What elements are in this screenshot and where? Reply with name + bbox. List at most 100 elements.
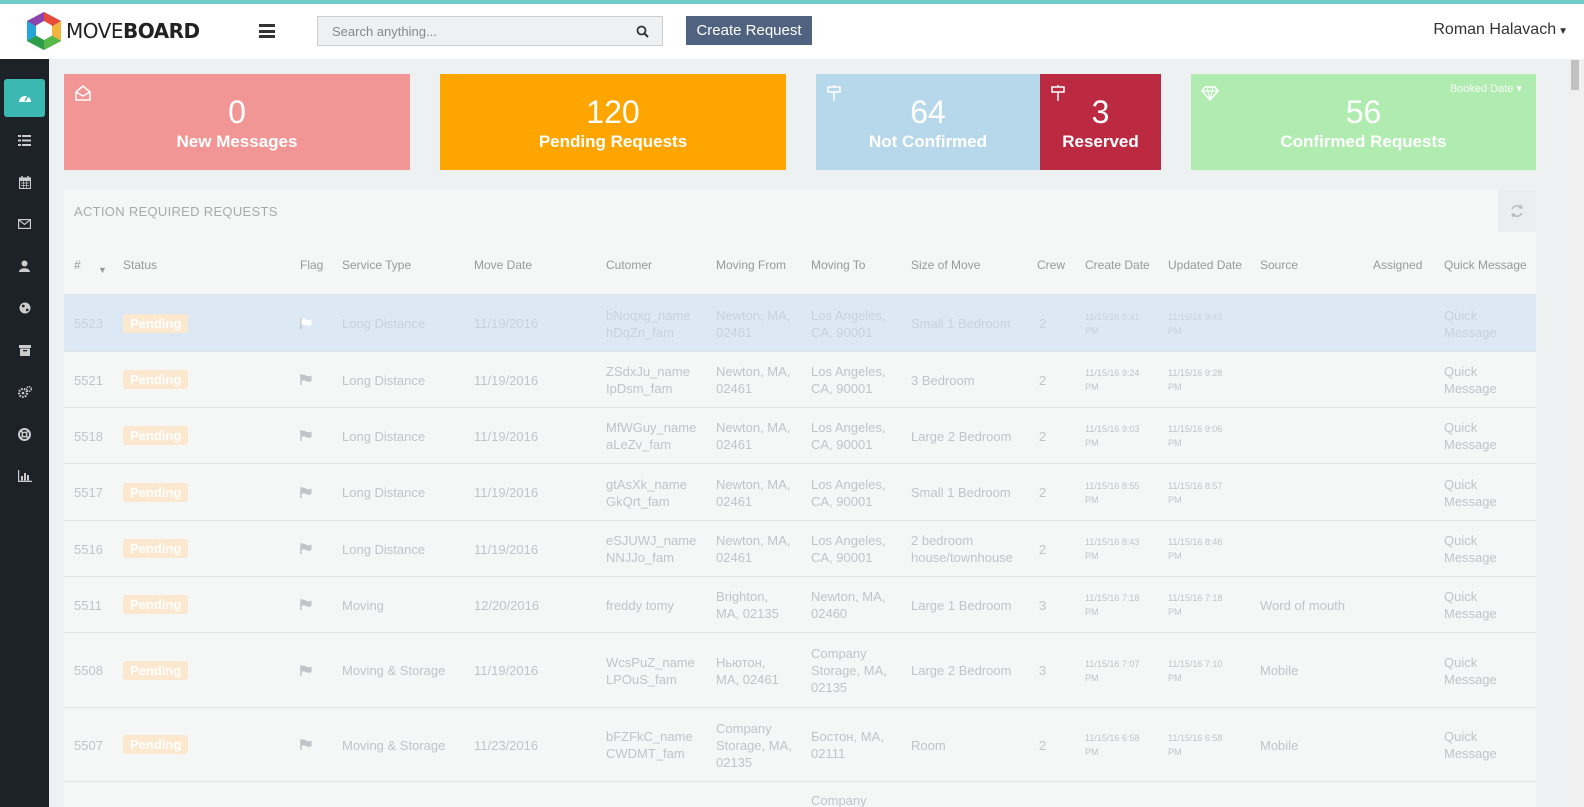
flag-icon[interactable] bbox=[300, 739, 312, 750]
move-size: Small 1 Bedroom bbox=[911, 484, 1011, 501]
quick-message-link-line: Message bbox=[1444, 606, 1497, 621]
page-scrollbar[interactable] bbox=[1567, 59, 1584, 807]
crew-count: 3 bbox=[1039, 597, 1046, 614]
pending-requests-card[interactable]: 120 Pending Requests bbox=[440, 74, 786, 170]
moving-from-line: Newton, MA, bbox=[716, 476, 791, 492]
column-header-flag[interactable]: Flag bbox=[300, 258, 323, 272]
quick-message-link[interactable]: Quick Message bbox=[1444, 532, 1497, 566]
move-size: Small 1 Bedroom bbox=[911, 315, 1011, 332]
new-messages-card[interactable]: 0 New Messages bbox=[64, 74, 410, 170]
user-menu[interactable]: Roman Halavach ▼ bbox=[1433, 21, 1568, 39]
move-date-line: 12/20/2016 bbox=[474, 597, 540, 613]
create-date-line: 11/15/16 6:58 bbox=[1085, 733, 1140, 743]
column-header-id[interactable]: # ▼ bbox=[74, 258, 107, 275]
service-type: Moving & Storage bbox=[342, 662, 445, 679]
sidebar-item-reports[interactable] bbox=[4, 457, 45, 495]
moving-to-line: Company bbox=[811, 793, 867, 807]
updated-date-line: PM bbox=[1168, 438, 1182, 448]
crew-count: 2 bbox=[1039, 372, 1046, 389]
quick-message-link[interactable]: Quick Message bbox=[1444, 363, 1497, 397]
column-header-create-date[interactable]: Create Date bbox=[1085, 258, 1150, 272]
column-header-customer[interactable]: Cutomer bbox=[606, 258, 652, 272]
quick-message-link[interactable]: Quick Message bbox=[1444, 307, 1497, 341]
updated-date-line: 11/15/16 8:46 bbox=[1168, 537, 1223, 547]
pending-requests-label: Pending Requests bbox=[538, 132, 688, 151]
sidebar-item-calendar[interactable] bbox=[4, 163, 45, 201]
customer-name-line: IpDsm_fam bbox=[606, 381, 673, 396]
moving-to: Los Angeles, CA, 90001 bbox=[811, 307, 885, 341]
search-icon[interactable] bbox=[622, 17, 662, 45]
column-header-moving-to[interactable]: Moving To bbox=[811, 258, 865, 272]
flag-icon[interactable] bbox=[300, 374, 312, 385]
column-header-quick-message[interactable]: Quick Message bbox=[1444, 258, 1527, 272]
sidebar-item-support[interactable] bbox=[4, 415, 45, 453]
move-date-line: 11/23/2016 bbox=[474, 737, 539, 753]
service-type: Moving & Storage bbox=[342, 737, 445, 754]
moveboard-logo[interactable]: MOVEBOARD bbox=[24, 10, 200, 52]
quick-message-link[interactable]: Quick Message bbox=[1444, 728, 1497, 762]
service-type: Long Distance bbox=[342, 541, 425, 558]
flag-icon[interactable] bbox=[300, 430, 312, 441]
flag-icon[interactable] bbox=[300, 486, 312, 498]
sidebar-item-dashboard[interactable] bbox=[4, 79, 45, 117]
table-row[interactable]: 5511 Pending Moving 12/20/2016 freddy tomy Br… bbox=[64, 576, 1536, 632]
menu-toggle-icon[interactable] bbox=[259, 24, 275, 38]
moving-to: Newton, MA, 02460 bbox=[811, 588, 885, 622]
sidebar-item-list[interactable] bbox=[4, 121, 45, 159]
column-header-crew[interactable]: Crew bbox=[1037, 258, 1065, 272]
flag-icon[interactable] bbox=[300, 317, 312, 329]
table-row[interactable]: 5516 Pending Long Distance 11/19/2016 eSJUWJ… bbox=[64, 520, 1536, 576]
table-row[interactable]: 5521 Pending Long Distance 11/19/2016 ZSdxJu… bbox=[64, 351, 1536, 407]
sidebar-item-messages[interactable] bbox=[4, 205, 45, 243]
moving-to-line: Los Angeles, bbox=[811, 364, 886, 379]
column-header-moving-from[interactable]: Moving From bbox=[716, 258, 786, 272]
flag-icon[interactable] bbox=[300, 599, 312, 610]
flag-icon[interactable] bbox=[300, 543, 312, 554]
quick-message-link[interactable]: Quick Message bbox=[1444, 654, 1497, 688]
column-header-assigned[interactable]: Assigned bbox=[1373, 258, 1422, 272]
status-badge: Pending bbox=[123, 426, 189, 445]
booked-date-dropdown[interactable]: Booked Date ▾ bbox=[1450, 82, 1522, 95]
sidebar-item-settings[interactable] bbox=[4, 373, 45, 411]
table-row[interactable]: 5518 Pending Long Distance 11/19/2016 MfWGuy… bbox=[64, 407, 1536, 463]
customer-name: bFZFkC_name CWDMT_fam bbox=[606, 728, 693, 762]
move-date: 11/19/2016 bbox=[474, 372, 538, 389]
moving-to-line: Company bbox=[811, 646, 867, 661]
confirmed-requests-count: 56 bbox=[1345, 94, 1382, 130]
confirmed-requests-card[interactable]: Booked Date ▾ 56 Confirmed Requests bbox=[1191, 74, 1536, 170]
table-row[interactable]: Company bbox=[64, 781, 1536, 807]
table-row[interactable]: 5508 Pending Moving & Storage 11/19/2016 Wcs… bbox=[64, 632, 1536, 707]
sidebar-item-archive[interactable] bbox=[4, 331, 45, 369]
search-input[interactable] bbox=[318, 17, 622, 45]
column-header-size-of-move[interactable]: Size of Move bbox=[911, 258, 980, 272]
service-type-line: Moving & Storage bbox=[342, 663, 446, 678]
updated-date-line: 11/15/16 6:58 bbox=[1168, 733, 1223, 743]
request-id-line: 5508 bbox=[74, 663, 103, 678]
column-header-status[interactable]: Status bbox=[123, 258, 157, 272]
sidebar-item-globe[interactable] bbox=[4, 289, 45, 327]
updated-date-line: PM bbox=[1168, 747, 1182, 757]
not-confirmed-card[interactable]: 64 Not Confirmed bbox=[816, 74, 1040, 170]
move-date-line: 11/19/2016 bbox=[474, 485, 539, 500]
flag-icon[interactable] bbox=[300, 664, 312, 676]
table-row[interactable]: 5517 Pending Long Distance 11/19/2016 gtAsXk… bbox=[64, 463, 1536, 520]
customer-name-line: ZSdxJu_name bbox=[606, 364, 690, 379]
quick-message-link[interactable]: Quick Message bbox=[1444, 588, 1497, 622]
table-row[interactable]: 5507 Pending Moving & Storage 11/23/2016 bFZ… bbox=[64, 707, 1536, 781]
create-date: 11/15/16 9:03 PM bbox=[1085, 422, 1139, 450]
create-request-button[interactable]: Create Request bbox=[686, 16, 812, 45]
column-header-source[interactable]: Source bbox=[1260, 258, 1298, 272]
column-header-updated-date[interactable]: Updated Date bbox=[1168, 258, 1242, 272]
moving-to-line: Los Angeles, bbox=[811, 420, 886, 435]
quick-message-link[interactable]: Quick Message bbox=[1444, 476, 1497, 510]
reserved-card[interactable]: 3 Reserved bbox=[1040, 74, 1161, 170]
moving-to: Los Angeles, CA, 90001 bbox=[811, 532, 885, 566]
table-row[interactable]: 5523 Pending Long Distance 11/19/2016 bNoqxg… bbox=[64, 294, 1536, 351]
sidebar-item-users[interactable] bbox=[4, 247, 45, 285]
column-header-move-date[interactable]: Move Date bbox=[474, 258, 532, 272]
quick-message-link[interactable]: Quick Message bbox=[1444, 419, 1497, 453]
move-date-line: 11/19/2016 bbox=[474, 541, 539, 557]
column-header-service-type[interactable]: Service Type bbox=[342, 258, 411, 272]
scrollbar-thumb[interactable] bbox=[1571, 60, 1579, 90]
refresh-icon[interactable] bbox=[1498, 190, 1536, 232]
